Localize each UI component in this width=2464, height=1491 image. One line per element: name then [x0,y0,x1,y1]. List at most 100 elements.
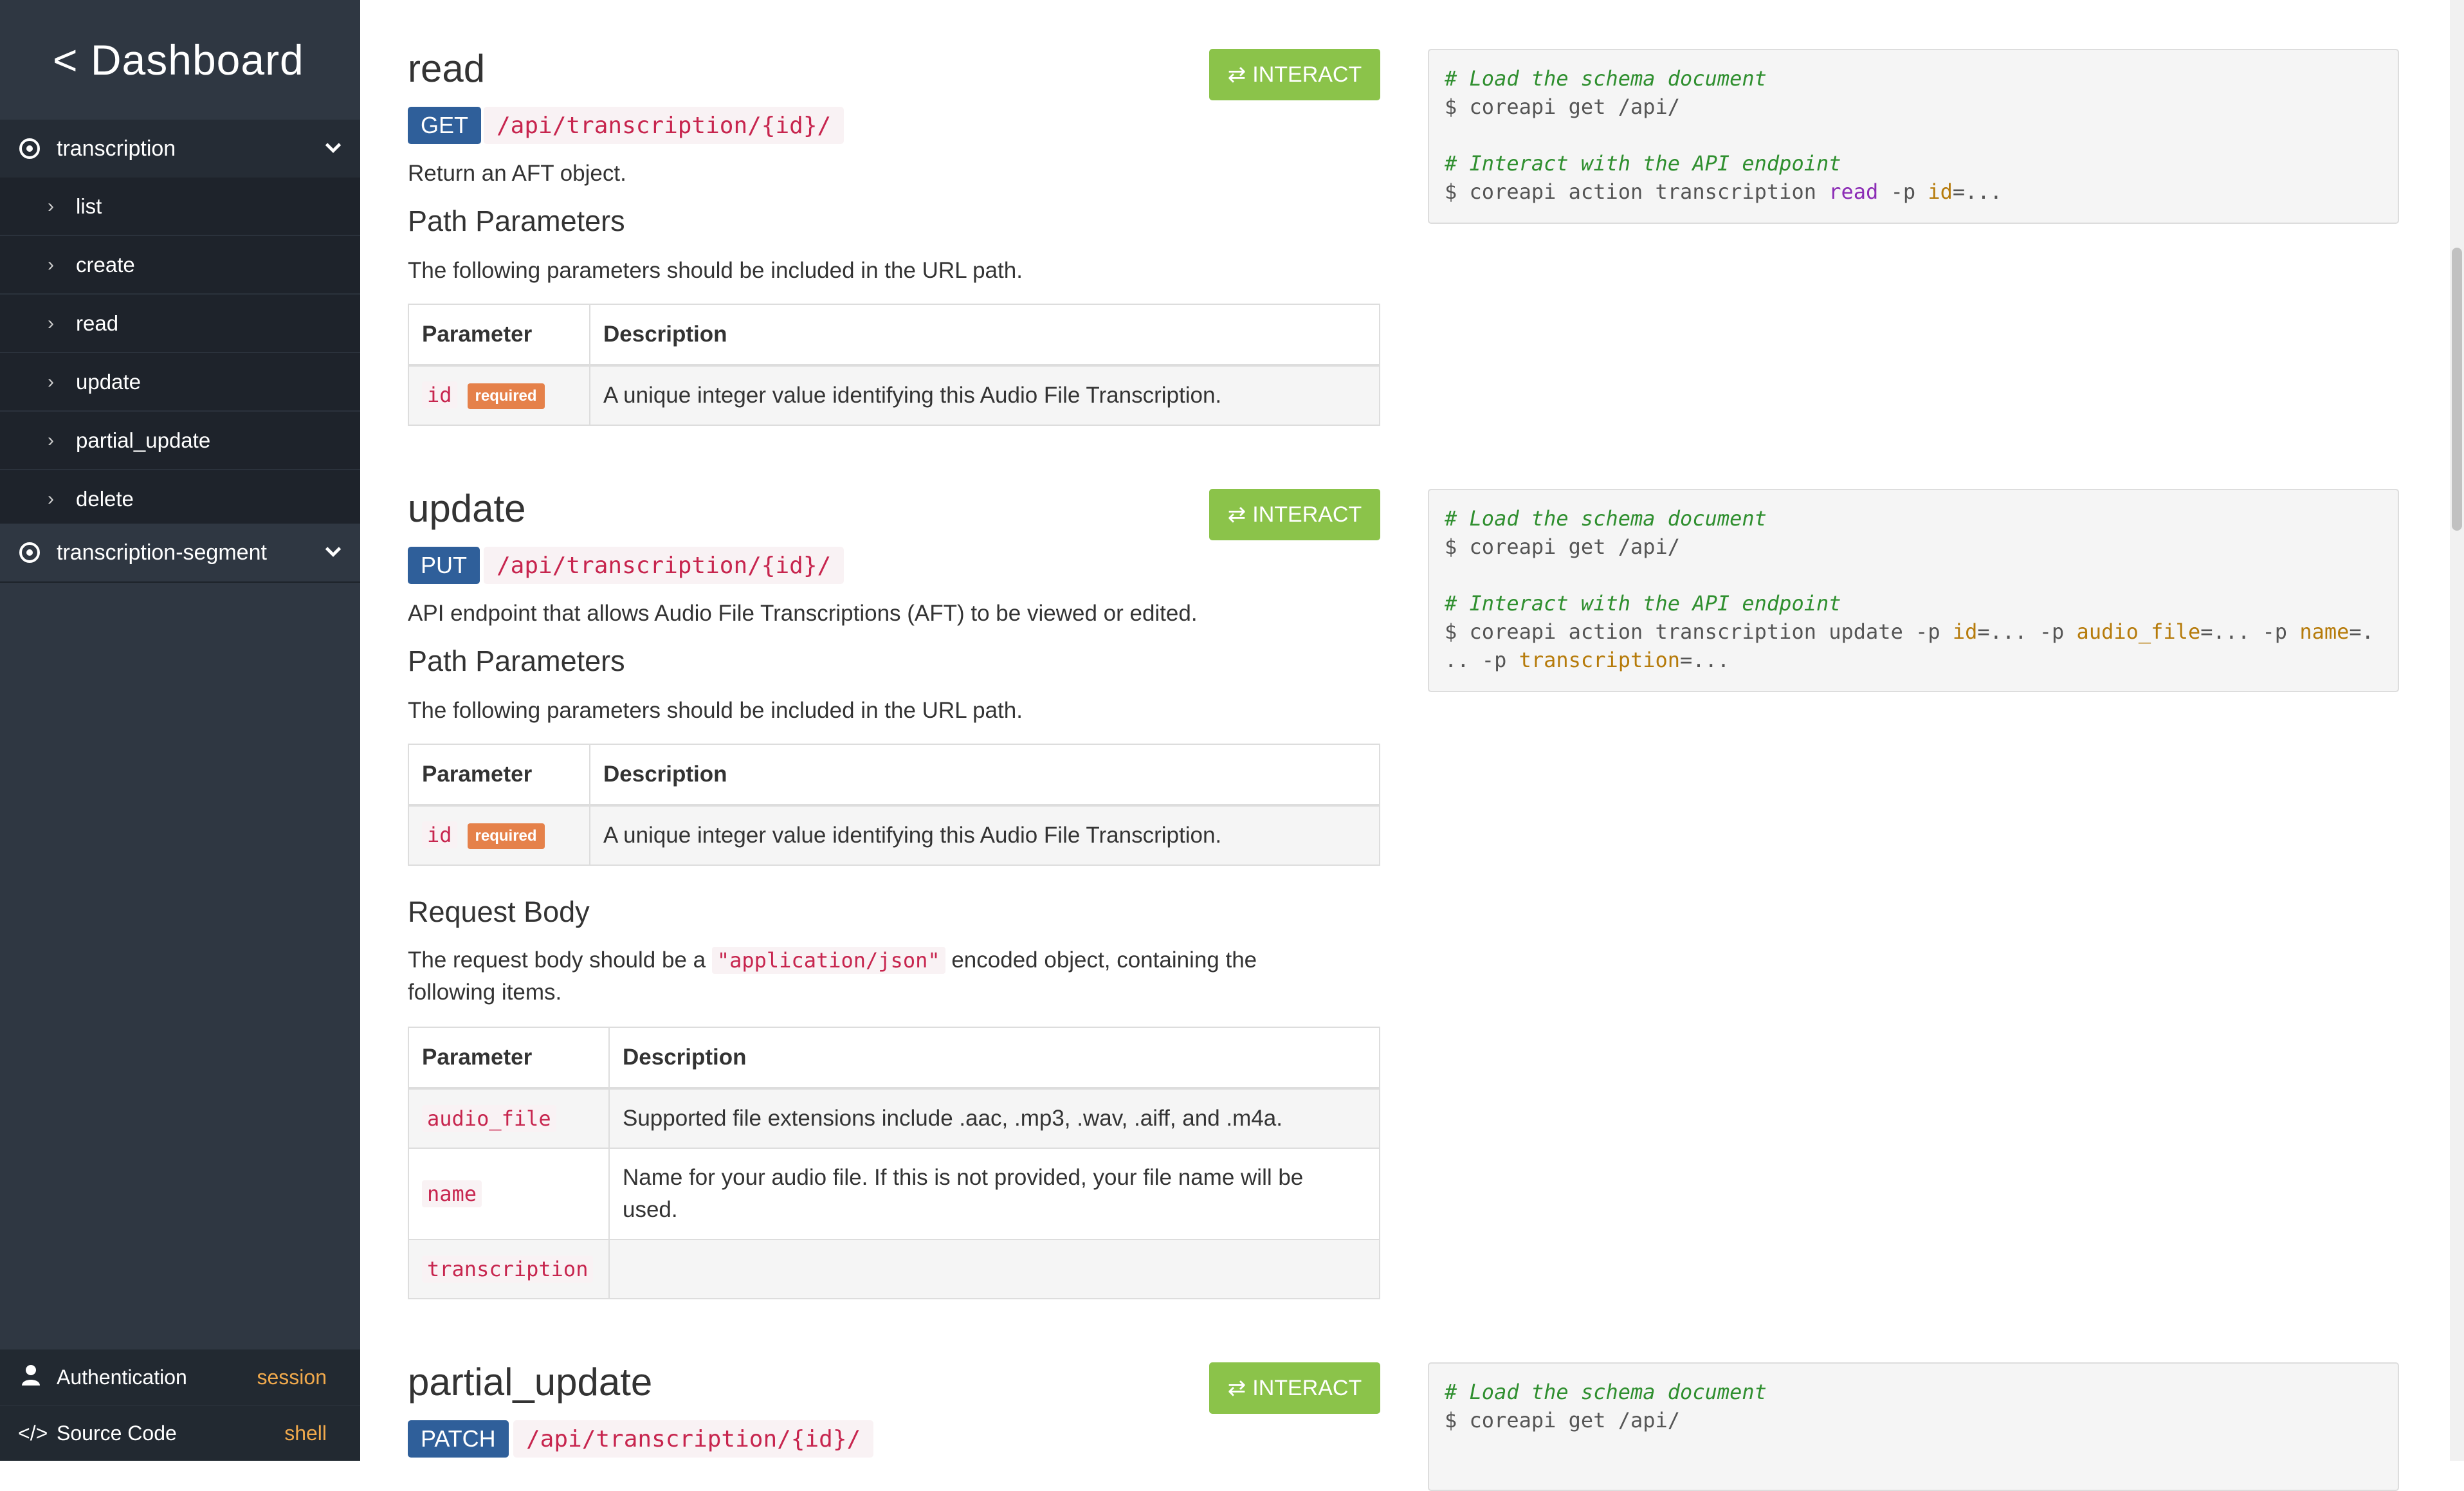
endpoint-description: API endpoint that allows Audio File Tran… [408,601,1198,626]
chevron-right-icon: › [48,370,54,392]
endpoint-path: /api/transcription/{id}/ [484,547,844,584]
request-body-text: The request body should be a [408,947,712,973]
nav-group-transcription[interactable]: transcription [0,120,360,179]
method-badge-patch: PATCH [408,1420,509,1458]
sidebar-item-read[interactable]: › read [0,295,360,353]
code-line: $ coreapi action transcription update -p [1445,619,1953,644]
path-params-heading: Path Parameters [408,645,625,677]
sidebar-item-label: partial_update [76,428,211,452]
code-flag: -p [1878,179,1928,204]
authentication-value[interactable]: session [257,1366,327,1389]
interact-button-partial-update[interactable]: ⇄ INTERACT [1209,1362,1380,1414]
path-params-table: Parameter Description id required A unique… [408,304,1380,426]
code-arg: id [1952,619,1978,644]
method-badge-put: PUT [408,547,480,584]
param-description: Name for your audio file. If this is not… [608,1148,1380,1240]
code-comment: # Load the schema document [1445,1380,1767,1404]
chevron-right-icon: › [48,488,54,509]
code-sample-read: # Load the schema document $ coreapi get… [1428,49,2399,224]
source-code-label: Source Code [57,1421,177,1445]
code-value: =... -p [1977,619,2077,644]
scrollbar-thumb[interactable] [2452,248,2462,531]
chevron-right-icon: › [48,312,54,334]
target-icon [19,542,40,563]
code-value: =... [1952,179,2002,204]
param-description-line: Name for your audio file. If this is not… [623,1165,1304,1190]
code-line: $ coreapi action transcription [1445,179,1829,204]
code-line: $ coreapi get /api/ [1445,1408,1681,1432]
sidebar-item-delete[interactable]: › delete [0,470,360,529]
path-params-heading: Path Parameters [408,205,625,237]
chevron-right-icon: › [48,195,54,217]
interact-label: INTERACT [1252,62,1362,87]
table-row: name Name for your audio file. If this i… [408,1148,1380,1240]
authentication-label: Authentication [57,1365,187,1389]
request-body-text: following items. [408,980,562,1005]
table-row: transcription [408,1239,1380,1299]
required-badge: required [467,383,545,409]
code-sample-partial-update: # Load the schema document $ coreapi get… [1428,1362,2399,1491]
interact-label: INTERACT [1252,1375,1362,1400]
target-icon [19,138,40,159]
swap-arrows-icon: ⇄ [1227,502,1246,527]
code-value: =... [1680,648,1730,672]
sidebar-item-label: update [76,369,141,394]
param-name: transcription [422,1256,594,1283]
section-title-partial-update: partial_update [408,1360,653,1404]
chevron-down-icon [325,547,342,557]
code-sample-update: # Load the schema document $ coreapi get… [1428,489,2399,692]
code-value: =. [2349,619,2374,644]
sidebar-item-partial-update[interactable]: › partial_update [0,412,360,470]
table-row: audio_file Supported file extensions inc… [408,1088,1380,1149]
param-name: name [422,1180,482,1207]
dashboard-link[interactable]: < Dashboard [0,0,360,120]
column-header: Parameter [408,1027,610,1089]
authentication-row[interactable]: Authentication session [0,1349,360,1405]
code-line: $ coreapi get /api/ [1445,95,1681,119]
chevron-down-icon [325,143,342,153]
required-badge: required [467,823,545,849]
path-params-intro: The following parameters should be inclu… [408,698,1023,723]
method-badge-get: GET [408,107,482,144]
sidebar-item-label: list [76,194,102,218]
sidebar-item-label: create [76,252,135,277]
content-type-code: "application/json" [711,947,945,974]
swap-arrows-icon: ⇄ [1227,62,1246,87]
user-icon [18,1364,44,1391]
code-arg: id [1928,179,1953,204]
table-row: id required A unique integer value identi… [408,365,1380,426]
endpoint-description: Return an AFT object. [408,161,626,186]
code-comment: # Interact with the API endpoint [1445,151,1841,176]
code-comment: # Load the schema document [1445,506,1767,531]
interact-button-update[interactable]: ⇄ INTERACT [1209,489,1380,540]
nav-group-transcription-segment[interactable]: transcription-segment [0,524,360,583]
code-comment: # Load the schema document [1445,66,1767,91]
request-body-intro: The request body should be a "applicatio… [408,944,1257,1009]
source-code-value[interactable]: shell [284,1422,327,1445]
code-arg: audio_file [2076,619,2201,644]
nav-group-label: transcription-segment [57,540,267,565]
table-row: id required A unique integer value identi… [408,805,1380,866]
sidebar-item-list[interactable]: › list [0,178,360,236]
endpoint-path: /api/transcription/{id}/ [513,1420,874,1458]
code-value: =... -p [2200,619,2300,644]
endpoint-path: /api/transcription/{id}/ [484,107,844,144]
section-title-read: read [408,47,486,90]
param-name: audio_file [422,1105,556,1132]
param-name: id [422,821,457,849]
interact-button-read[interactable]: ⇄ INTERACT [1209,49,1380,100]
source-code-row[interactable]: </> Source Code shell [0,1405,360,1461]
nav-group-label: transcription [57,136,176,161]
sidebar-item-create[interactable]: › create [0,236,360,295]
interact-label: INTERACT [1252,502,1362,527]
scrollbar-track[interactable] [2450,0,2464,1461]
param-description: Supported file extensions include .aac, … [608,1088,1380,1149]
sidebar-item-update[interactable]: › update [0,353,360,412]
sidebar: < Dashboard transcription › list › create … [0,0,360,1461]
request-body-text: encoded object, containing the [945,947,1257,973]
code-arg: transcription [1519,648,1681,672]
chevron-right-icon: › [48,429,54,451]
path-params-table: Parameter Description id required A unique… [408,744,1380,866]
request-body-table: Parameter Description audio_file Supporte… [408,1027,1380,1299]
sidebar-item-label: read [76,311,119,335]
